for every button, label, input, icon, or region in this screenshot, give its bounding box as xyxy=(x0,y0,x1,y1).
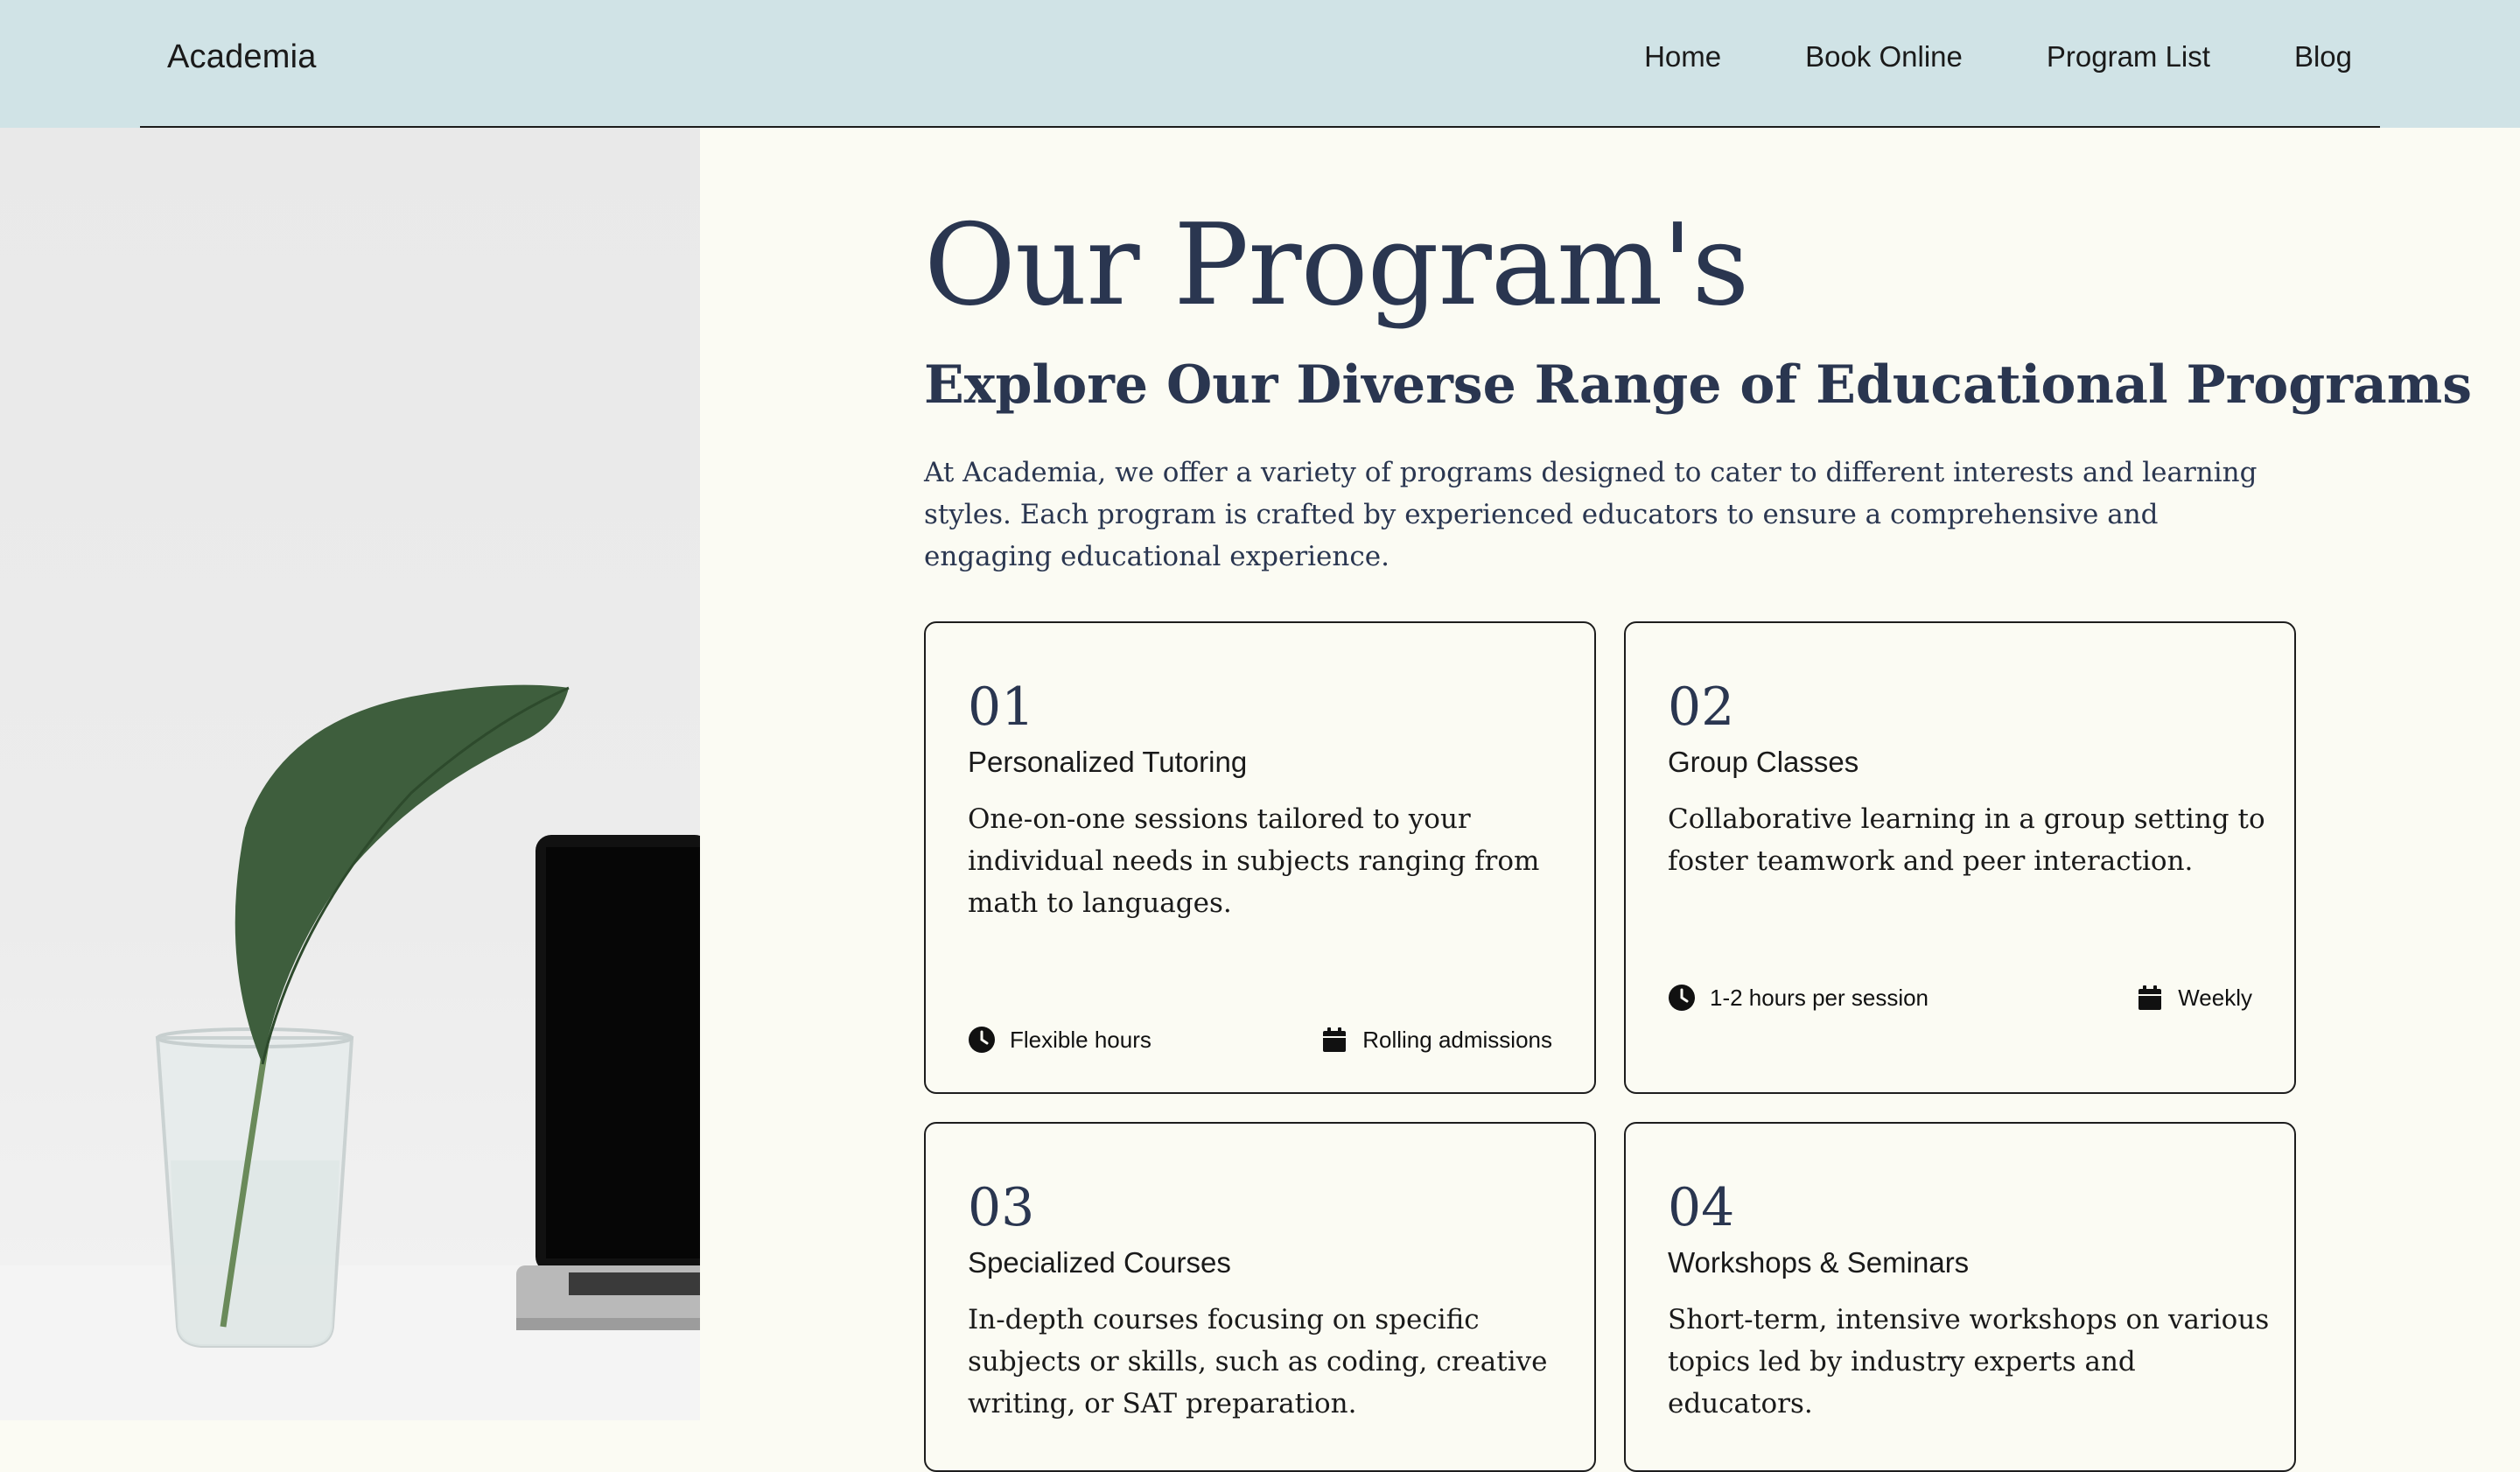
main-nav: Home Book Online Program List Blog xyxy=(1644,40,2352,74)
hero-image xyxy=(0,128,700,1420)
program-card-workshops-seminars[interactable]: 04 Workshops & Seminars Short-term, inte… xyxy=(1624,1122,2296,1472)
clock-icon xyxy=(1669,985,1695,1011)
calendar-icon xyxy=(2138,985,2162,1010)
duration-label: Flexible hours xyxy=(1010,1026,1152,1053)
program-number: 04 xyxy=(1668,1177,1735,1238)
program-description: One-on-one sessions tailored to your ind… xyxy=(968,803,1540,919)
plant-laptop-illustration xyxy=(0,684,700,1420)
calendar-icon xyxy=(1323,1027,1347,1052)
schedule-label: Rolling admissions xyxy=(1362,1026,1552,1053)
site-header: Academia Home Book Online Program List B… xyxy=(0,0,2520,128)
nav-program-list[interactable]: Program List xyxy=(2047,40,2210,74)
site-logo[interactable]: Academia xyxy=(167,39,317,76)
program-title: Group Classes xyxy=(1668,746,1859,778)
program-description: Collaborative learning in a group settin… xyxy=(1668,803,2265,877)
program-title: Workshops & Seminars xyxy=(1668,1246,1970,1279)
program-card-personalized-tutoring[interactable]: 01 Personalized Tutoring One-on-one sess… xyxy=(924,621,1596,1094)
schedule-info: Rolling admissions xyxy=(1320,1026,1552,1054)
page-subtitle: Explore Our Diverse Range of Educational… xyxy=(924,354,2473,416)
program-meta: Flexible hours Rolling admissions xyxy=(968,1026,1552,1054)
page-title: Our Program's xyxy=(924,200,1749,331)
program-meta: 1-2 hours per session Weekly xyxy=(1668,984,2252,1012)
duration-info: Flexible hours xyxy=(968,1026,1152,1054)
program-description: Short-term, intensive workshops on vario… xyxy=(1668,1304,2270,1419)
program-title: Personalized Tutoring xyxy=(968,746,1248,778)
schedule-label: Weekly xyxy=(2178,984,2252,1011)
program-card-group-classes[interactable]: 02 Group Classes Collaborative learning … xyxy=(1624,621,2296,1094)
clock-icon xyxy=(969,1027,995,1053)
program-title: Specialized Courses xyxy=(968,1246,1231,1279)
program-number: 01 xyxy=(968,676,1035,738)
nav-book-online[interactable]: Book Online xyxy=(1805,40,1963,74)
program-number: 03 xyxy=(968,1177,1035,1238)
nav-blog[interactable]: Blog xyxy=(2294,40,2352,74)
duration-label: 1-2 hours per session xyxy=(1710,984,1929,1011)
program-number: 02 xyxy=(1668,676,1735,738)
program-description: In-depth courses focusing on specific su… xyxy=(968,1304,1548,1419)
duration-info: 1-2 hours per session xyxy=(1668,984,1928,1012)
intro-paragraph: At Academia, we offer a variety of progr… xyxy=(924,457,2258,572)
schedule-info: Weekly xyxy=(2136,984,2252,1012)
nav-home[interactable]: Home xyxy=(1644,40,1721,74)
program-card-specialized-courses[interactable]: 03 Specialized Courses In-depth courses … xyxy=(924,1122,1596,1472)
